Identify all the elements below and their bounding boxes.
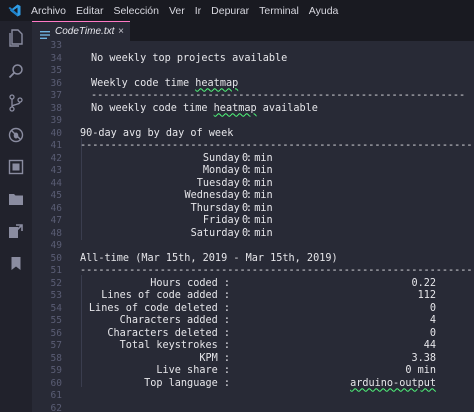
day-value: 0 min xyxy=(242,190,273,201)
stat-row: 56 Characters deleted : 0 xyxy=(50,327,436,339)
stat-row: 52 Hours coded : 0.22 xyxy=(50,277,436,289)
day-row: 42 Sunday : 0 min xyxy=(50,152,273,164)
code-line: 35 xyxy=(50,65,62,76)
stat-label: Characters deleted : xyxy=(107,327,230,339)
files-icon[interactable] xyxy=(0,26,32,50)
menu-ayuda[interactable]: Ayuda xyxy=(309,5,339,17)
activity-bar xyxy=(0,21,32,412)
menubar: Archivo Editar Selección Ver Ir Depurar … xyxy=(0,0,474,21)
code-line: 49 xyxy=(50,240,62,251)
folder-icon[interactable] xyxy=(0,187,32,211)
editor[interactable]: 33 34 No weekly top projects available 3… xyxy=(32,41,474,412)
stat-row: 60 Top language : arduino-output xyxy=(50,377,436,389)
stat-row: 54 Lines of code deleted : 0 xyxy=(50,302,436,314)
stat-value: 4 xyxy=(429,315,436,326)
day-value: 0 min xyxy=(242,227,273,239)
stat-value: 0 min xyxy=(405,365,436,376)
stat-row: 55 Characters added : 4 xyxy=(50,315,436,326)
code-line: 50 All-time (Mar 15th, 2019 - Mar 15th, … xyxy=(50,252,338,264)
day-value: 0 min xyxy=(242,202,273,214)
tab-label: CodeTime.txt xyxy=(55,26,115,37)
stat-row: 57 Total keystrokes : 44 xyxy=(50,340,436,351)
stat-row: 58 KPM : 3.38 xyxy=(50,352,436,364)
menu-depurar[interactable]: Depurar xyxy=(211,5,249,17)
vscode-logo-icon xyxy=(7,4,21,18)
day-row: 48 Saturday : 0 min xyxy=(50,227,273,239)
remote-explorer-icon[interactable] xyxy=(0,219,32,243)
stat-label: Top language : xyxy=(144,377,230,389)
stat-value: 0 xyxy=(429,327,436,339)
extensions-icon[interactable] xyxy=(0,155,32,179)
day-row: 44 Tuesday : 0 min xyxy=(50,177,273,189)
code-text: No weekly code time heatmap available xyxy=(91,102,318,114)
separator-line: ----------------------------------------… xyxy=(80,265,474,276)
day-value: 0 min xyxy=(242,165,273,176)
menu-seleccion[interactable]: Selección xyxy=(113,5,159,17)
menu-ver[interactable]: Ver xyxy=(169,5,185,17)
stat-label: Characters added : xyxy=(119,315,230,326)
stat-value: 3.38 xyxy=(411,352,436,364)
close-icon[interactable]: × xyxy=(118,26,124,37)
stat-value: arduino-output xyxy=(350,377,436,389)
day-row: 45 Wednesday : 0 min xyxy=(50,190,273,201)
code-line: 33 xyxy=(50,41,62,51)
menu-archivo[interactable]: Archivo xyxy=(31,5,66,17)
menu-editar[interactable]: Editar xyxy=(76,5,103,17)
search-icon[interactable] xyxy=(0,59,32,83)
day-value: 0 min xyxy=(242,152,273,164)
menu-terminal[interactable]: Terminal xyxy=(259,5,299,17)
code-line: 39 xyxy=(50,115,62,126)
stat-label: Total keystrokes : xyxy=(119,340,230,351)
debug-icon[interactable] xyxy=(0,123,32,147)
section-title: 90-day avg by day of week xyxy=(80,127,234,139)
day-row: 46 Thursday : 0 min xyxy=(50,202,273,214)
text-file-icon xyxy=(40,27,50,39)
separator-line: ----------------------------------------… xyxy=(80,140,474,151)
stat-label: Live share : xyxy=(156,365,230,376)
code-line: 37 -------------------------------------… xyxy=(50,90,466,101)
day-row: 47 Friday : 0 min xyxy=(50,215,273,226)
code-line: 36 Weekly code time heatmap xyxy=(50,77,239,89)
code-line: 38 No weekly code time heatmap available xyxy=(50,102,318,114)
code-text: Weekly code time heatmap xyxy=(91,77,239,89)
day-value: 0 min xyxy=(242,215,273,226)
source-control-icon[interactable] xyxy=(0,91,32,115)
day-value: 0 min xyxy=(242,177,273,189)
section-title: All-time (Mar 15th, 2019 - Mar 15th, 201… xyxy=(80,252,338,264)
code-text: No weekly top projects available xyxy=(91,52,288,64)
stat-row: 53 Lines of code added : 112 xyxy=(50,290,436,301)
stat-value: 112 xyxy=(417,290,436,301)
stat-row: 59 Live share : 0 min xyxy=(50,365,436,376)
stat-value: 0 xyxy=(429,302,436,314)
stat-value: 44 xyxy=(423,340,436,351)
spelling-squiggle: heatmap xyxy=(195,77,239,89)
stat-value: 0.22 xyxy=(411,277,436,289)
spelling-squiggle: heatmap xyxy=(213,102,257,114)
stat-label: KPM : xyxy=(199,352,230,364)
code-line: 34 No weekly top projects available xyxy=(50,52,288,64)
code-line: 51 -------------------------------------… xyxy=(32,265,474,278)
bookmark-icon[interactable] xyxy=(0,251,32,275)
code-line: 62 xyxy=(50,402,62,412)
menu-ir[interactable]: Ir xyxy=(195,5,201,17)
code-line: 40 90-day avg by day of week xyxy=(50,127,234,139)
stat-label: Lines of code added : xyxy=(101,290,230,301)
tab-codetime[interactable]: CodeTime.txt × xyxy=(32,21,130,41)
separator-line: ----------------------------------------… xyxy=(91,90,466,101)
tab-bar: CodeTime.txt × xyxy=(32,21,474,41)
day-row: 43 Monday : 0 min xyxy=(50,165,273,176)
stat-label: Lines of code deleted : xyxy=(88,302,230,314)
code-line: 61 xyxy=(50,390,62,401)
stat-label: Hours coded : xyxy=(150,277,230,289)
code-line: 41 -------------------------------------… xyxy=(32,140,474,153)
